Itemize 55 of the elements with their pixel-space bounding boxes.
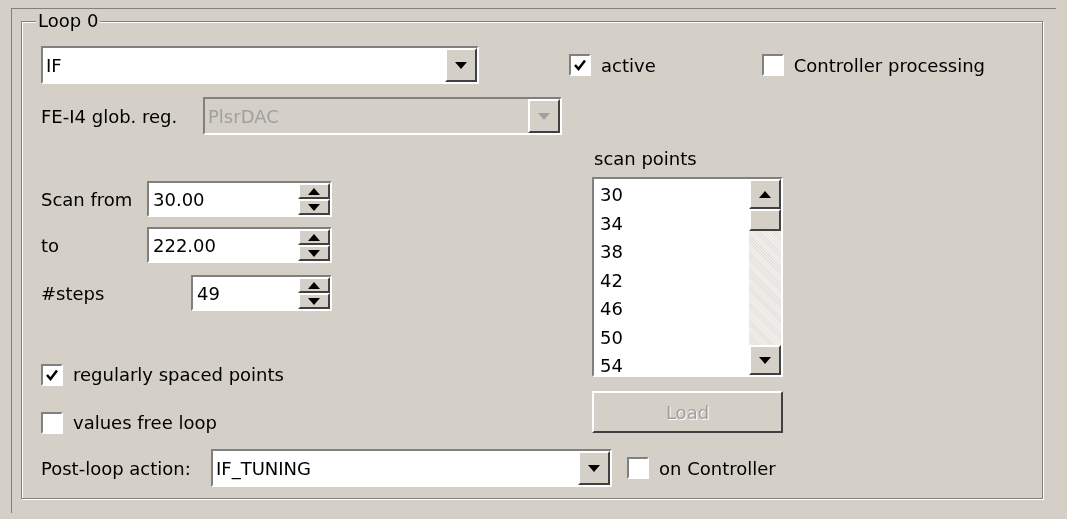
list-item[interactable]: 34 xyxy=(600,209,749,238)
spin-box[interactable]: 49 xyxy=(191,275,332,311)
down-arrow-icon xyxy=(308,297,320,305)
down-arrow-icon xyxy=(308,249,320,257)
scroll-down-button[interactable] xyxy=(749,345,781,375)
post-loop-label: Post-loop action: xyxy=(41,456,192,481)
list-item[interactable]: 42 xyxy=(600,266,749,295)
checkmark-icon xyxy=(573,58,587,72)
checkbox[interactable] xyxy=(41,411,63,434)
spin-up-button[interactable] xyxy=(298,229,330,245)
down-arrow-icon xyxy=(538,112,550,120)
list-item[interactable]: 30 xyxy=(600,181,749,210)
checkbox-label: values free loop xyxy=(73,411,217,435)
dropdown-button[interactable] xyxy=(445,48,477,82)
scan-points-list[interactable]: 30 34 38 42 46 50 54 xyxy=(592,177,783,377)
checkbox[interactable] xyxy=(627,457,649,479)
checkmark-icon xyxy=(45,367,59,382)
dropdown-button[interactable] xyxy=(578,451,610,485)
up-arrow-icon xyxy=(308,281,320,289)
list-item[interactable]: 54 xyxy=(600,352,749,375)
scrollbar[interactable] xyxy=(749,179,781,375)
list-item[interactable]: 38 xyxy=(600,238,749,267)
down-arrow-icon xyxy=(588,464,600,472)
register-label: FE-I4 glob. reg. xyxy=(41,104,179,129)
up-arrow-icon xyxy=(308,233,320,241)
checkbox-label: active xyxy=(601,53,656,78)
up-arrow-icon xyxy=(759,190,771,198)
list-item[interactable]: 50 xyxy=(600,323,749,352)
down-arrow-icon xyxy=(759,356,771,364)
spin-up-button[interactable] xyxy=(298,183,330,199)
spin-box[interactable]: 222.00 xyxy=(147,227,332,263)
down-arrow-icon xyxy=(308,203,320,211)
steps-label: #steps xyxy=(41,281,106,306)
group-title: Loop 0 xyxy=(36,11,101,31)
checkbox[interactable] xyxy=(41,363,63,386)
up-arrow-icon xyxy=(308,187,320,195)
scan-from-label: Scan from xyxy=(41,187,134,212)
loop-type-dropdown[interactable]: IF xyxy=(41,46,479,84)
scan-to-label: to xyxy=(41,233,61,258)
scan-points-label: scan points xyxy=(593,149,698,169)
post-loop-dropdown[interactable]: IF_TUNING xyxy=(211,449,612,487)
scroll-up-button[interactable] xyxy=(749,179,781,209)
checkbox-label: regularly spaced points xyxy=(73,363,284,387)
list-item[interactable]: 46 xyxy=(600,295,749,324)
scroll-thumb[interactable] xyxy=(749,209,781,231)
down-arrow-icon xyxy=(455,61,467,69)
checkbox[interactable] xyxy=(761,54,784,76)
spin-down-button[interactable] xyxy=(298,293,330,309)
spin-down-button[interactable] xyxy=(298,199,330,215)
checkbox-label: on Controller xyxy=(659,456,776,481)
spin-down-button[interactable] xyxy=(298,245,330,261)
spin-box[interactable]: 30.00 xyxy=(147,181,332,217)
checkbox[interactable] xyxy=(569,54,591,76)
checkbox-label: Controller processing xyxy=(793,53,985,78)
spin-up-button[interactable] xyxy=(298,277,330,293)
